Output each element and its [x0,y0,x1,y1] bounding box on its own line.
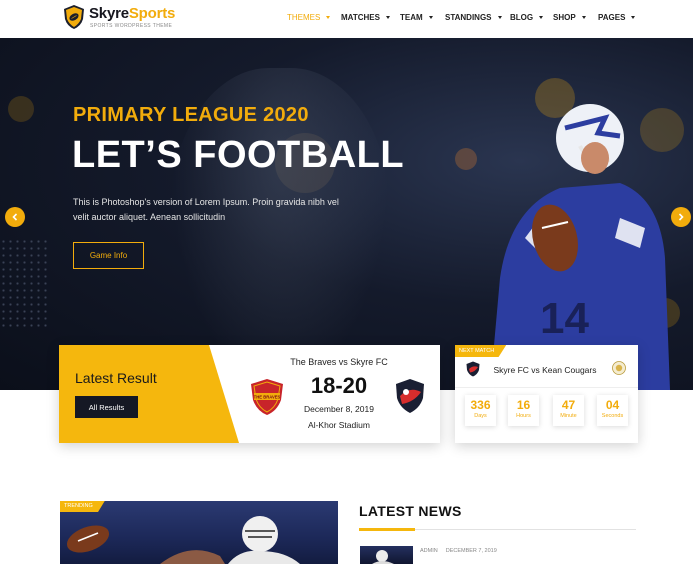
news-meta: ADMIN DECEMBER 7, 2019 [420,548,505,554]
bokeh-light [8,96,34,122]
next-match-tag: NEXT MATCH [455,345,507,357]
nav-label: MATCHES [341,13,380,22]
chevron-right-icon [678,213,684,221]
next-match-teams: Skyre FC vs Kean Cougars [493,365,597,375]
team-crest-skyre-icon[interactable] [394,378,426,414]
countdown-unit: Days [474,413,487,419]
countdown-minutes: 47 Minute [553,395,584,426]
nav-item-team[interactable]: TEAM [400,13,433,22]
logo-shield-icon[interactable] [63,4,85,30]
divider [455,387,638,388]
slider-next-button[interactable] [671,207,691,227]
next-match-card: NEXT MATCH Skyre FC vs Kean Cougars 336 … [455,345,638,443]
news-thumbnail-image [372,550,394,564]
news-thumbnail[interactable] [360,546,413,564]
hero-slider: 14 PRIMARY LEAGUE 2020 LET’S FOOTBALL Th… [0,38,693,390]
countdown-unit: Minute [560,413,577,419]
match-score: 18-20 [310,373,368,398]
countdown-hours: 16 Hours [508,395,539,426]
site-header: SkyreSports SPORTS WORDPRESS THEME THEME… [0,0,693,38]
dot-pattern [0,238,48,328]
nav-item-themes[interactable]: THEMES [287,13,331,22]
match-teams: The Braves vs Skyre FC [290,357,388,367]
logo-name-part2: Sports [128,5,176,22]
caret-down-icon [385,16,390,19]
news-author[interactable]: ADMIN [420,548,438,554]
slider-prev-button[interactable] [5,207,25,227]
match-venue: Al-Khor Stadium [308,420,370,430]
logo-tagline: SPORTS WORDPRESS THEME [90,23,173,29]
team-crest-braves-icon[interactable]: THE BRAVES [249,378,285,416]
countdown-unit: Hours [516,413,531,419]
svg-text:14: 14 [540,294,589,343]
team-crest-skyre-icon[interactable] [466,361,480,377]
nav-label: STANDINGS [445,13,492,22]
news-heading-accent [359,528,415,531]
nav-label: BLOG [510,13,534,22]
caret-down-icon [326,16,331,19]
caret-down-icon [581,16,586,19]
caret-down-icon [539,16,544,19]
nav-label: PAGES [598,13,626,22]
countdown-seconds: 04 Seconds [597,395,628,426]
caret-down-icon [497,16,502,19]
all-results-button[interactable]: All Results [75,396,138,418]
news-date: DECEMBER 7, 2019 [445,548,497,554]
site-logo-text[interactable]: SkyreSports [89,5,175,22]
team-crest-cougars-icon[interactable] [612,361,626,375]
nav-label: TEAM [400,13,423,22]
nav-label: SHOP [553,13,576,22]
hero-kicker: PRIMARY LEAGUE 2020 [73,104,309,126]
latest-result-card: Latest Result All Results THE BRAVES The… [59,345,440,443]
nav-item-matches[interactable]: MATCHES [341,13,390,22]
countdown-value: 47 [561,398,576,412]
nav-label: THEMES [287,13,321,22]
chevron-left-icon [12,213,18,221]
trending-football-player [66,516,300,564]
trending-post-image[interactable]: TRENDING [60,501,338,564]
trending-tag: TRENDING [60,501,105,512]
countdown-value: 04 [605,398,620,412]
crest-text: THE BRAVES [254,395,281,400]
caret-down-icon [631,16,636,19]
countdown-days: 336 Days [465,395,496,426]
match-date: December 8, 2019 [304,404,374,414]
latest-news-heading: LATEST NEWS [359,503,462,519]
nav-item-blog[interactable]: BLOG [510,13,544,22]
logo-name-part1: Skyre [89,5,129,22]
caret-down-icon [428,16,433,19]
latest-result-label: Latest Result [75,370,157,386]
game-info-button[interactable]: Game Info [73,242,144,269]
nav-item-shop[interactable]: SHOP [553,13,586,22]
countdown-value: 336 [470,398,491,412]
nav-item-pages[interactable]: PAGES [598,13,636,22]
countdown-unit: Seconds [601,413,624,419]
hero-description: This is Photoshop's version of Lorem Ips… [73,197,339,222]
nav-item-standings[interactable]: STANDINGS [445,13,502,22]
hero-headline: LET’S FOOTBALL [72,134,405,176]
countdown-value: 16 [516,398,531,412]
